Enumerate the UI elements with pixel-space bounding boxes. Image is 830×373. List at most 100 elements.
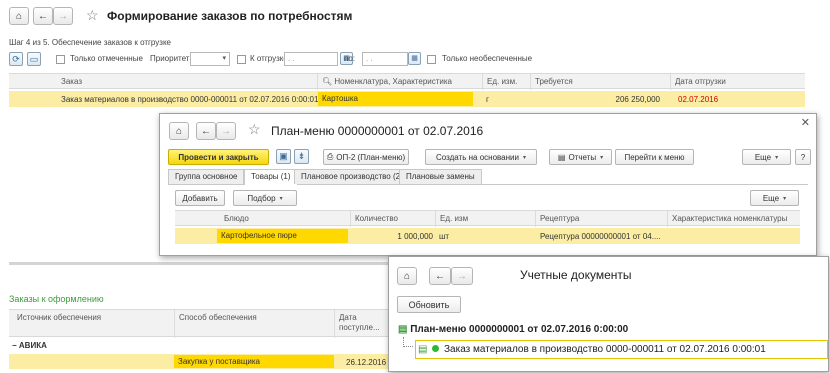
date-placeholder: . . xyxy=(366,54,373,63)
to-label: по: xyxy=(344,54,356,63)
home-button[interactable]: ⌂ xyxy=(9,7,29,25)
search-icon: 🔍︎ xyxy=(322,77,333,86)
home-button[interactable]: ⌂ xyxy=(397,267,417,285)
col-unit[interactable]: Ед. изм xyxy=(435,211,535,227)
create-based-label: Создать на основании xyxy=(435,152,519,162)
home-button[interactable]: ⌂ xyxy=(169,122,189,140)
more-label: Еще xyxy=(762,193,780,203)
accounting-docs-window: ⌂ ← → Учетные документы Обновить ▤ План-… xyxy=(388,256,829,372)
save-icon[interactable]: ▣ xyxy=(276,149,291,164)
op2-label: ОП-2 (План-меню) xyxy=(336,152,406,162)
qty-cell: 1 000,000 xyxy=(397,232,433,241)
copy-icon[interactable]: ▭ xyxy=(27,52,41,66)
only-marked-label: Только отмеченные xyxy=(70,54,143,63)
order-cell: Заказ материалов в производство 0000-000… xyxy=(61,95,319,104)
tree-root-label: План-меню 0000000001 от 02.07.2016 0:00:… xyxy=(410,324,629,335)
back-button[interactable]: ← xyxy=(429,267,451,285)
back-button[interactable]: ← xyxy=(33,7,53,25)
document-icon: ▤ xyxy=(398,324,408,335)
col-date[interactable]: Дата поступле... xyxy=(334,310,389,338)
favorite-star-icon[interactable]: ☆ xyxy=(86,7,99,24)
date-placeholder: . . xyxy=(288,54,295,63)
back-button[interactable]: ← xyxy=(196,122,216,140)
add-button[interactable]: Добавить xyxy=(175,190,225,206)
post-icon[interactable]: ⇟ xyxy=(294,149,309,164)
tree-child[interactable]: ▤ Заказ материалов в производство 0000-0… xyxy=(415,340,828,359)
chevron-down-icon: ▾ xyxy=(775,154,779,161)
item-cell[interactable]: Картошка xyxy=(318,92,473,106)
go-menu-button[interactable]: Перейти к меню xyxy=(615,149,694,165)
col-order[interactable]: Заказ xyxy=(57,74,317,90)
chevron-down-icon: ▾ xyxy=(600,154,604,161)
chevron-down-icon: ▾ xyxy=(783,195,787,202)
dish-cell[interactable]: Картофельное пюре xyxy=(217,229,348,243)
only-unsecured-checkbox[interactable] xyxy=(427,55,436,64)
only-unsecured-label: Только необеспеченные xyxy=(442,54,533,63)
arrow-left-icon: ← xyxy=(201,125,211,137)
document-icon: ▤ xyxy=(418,344,428,355)
tab-planned-replacements[interactable]: Плановые замены xyxy=(399,169,482,184)
forward-button[interactable]: → xyxy=(53,7,73,25)
tab-planned-production[interactable]: Плановое производство (2) xyxy=(294,169,410,184)
tab-goods[interactable]: Товары (1) xyxy=(244,169,298,185)
home-icon: ⌂ xyxy=(15,10,23,22)
window-title: Учетные документы xyxy=(520,268,632,282)
favorite-star-icon[interactable]: ☆ xyxy=(248,121,261,138)
reports-button[interactable]: ▤ Отчеты ▾ xyxy=(549,149,612,165)
col-ship-date[interactable]: Дата отгрузки xyxy=(670,74,805,90)
home-icon: ⌂ xyxy=(403,270,411,282)
home-icon: ⌂ xyxy=(175,125,183,137)
forward-button[interactable]: → xyxy=(216,122,236,140)
recipe-cell: Рецептура 00000000001 от 04.... xyxy=(540,232,661,241)
col-characteristic[interactable]: Характеристика номенклатуры xyxy=(667,211,800,227)
forward-button[interactable]: → xyxy=(451,267,473,285)
more-button[interactable]: Еще ▾ xyxy=(742,149,791,165)
table-more-button[interactable]: Еще ▾ xyxy=(750,190,799,206)
ship-from-date[interactable]: . . xyxy=(284,52,338,66)
report-icon: ▤ xyxy=(557,152,566,162)
page-title: Формирование заказов по потребностям xyxy=(107,9,353,23)
tab-main-group[interactable]: Группа основное xyxy=(168,169,245,184)
window-title: План-меню 0000000001 от 02.07.2016 xyxy=(271,124,484,138)
only-marked-checkbox[interactable] xyxy=(56,55,65,64)
tree-root[interactable]: ▤ План-меню 0000000001 от 02.07.2016 0:0… xyxy=(398,324,628,335)
create-based-button[interactable]: Создать на основании ▾ xyxy=(425,149,537,165)
arrow-right-icon: → xyxy=(58,10,68,22)
group-row[interactable]: − АВИКА xyxy=(12,341,47,350)
col-source[interactable]: Источник обеспечения xyxy=(13,310,173,338)
post-and-close-button[interactable]: Провести и закрыть xyxy=(168,149,269,165)
unit-cell: г xyxy=(486,95,489,104)
help-button[interactable]: ? xyxy=(795,149,811,165)
calendar-icon[interactable]: ▦ xyxy=(408,52,421,65)
col-required[interactable]: Требуется xyxy=(530,74,670,90)
goods-table-header: Блюдо Количество Ед. изм Рецептура Харак… xyxy=(175,210,800,227)
op2-print-button[interactable]: ⎙ ОП-2 (План-меню) xyxy=(323,149,409,165)
method-cell[interactable]: Закупка у поставщика xyxy=(174,355,334,368)
more-label: Еще xyxy=(754,152,772,162)
to-ship-checkbox[interactable] xyxy=(237,55,246,64)
col-unit[interactable]: Ед. изм. xyxy=(482,74,530,90)
collapse-icon[interactable]: − xyxy=(12,341,17,350)
col-dish[interactable]: Блюдо xyxy=(220,211,350,227)
select-button[interactable]: Подбор ▾ xyxy=(233,190,297,206)
chevron-down-icon: ▾ xyxy=(279,195,283,202)
refresh-button[interactable]: Обновить xyxy=(397,296,461,313)
col-method[interactable]: Способ обеспечения xyxy=(174,310,334,338)
col-recipe[interactable]: Рецептура xyxy=(535,211,667,227)
step-label: Шаг 4 из 5. Обеспечение заказов к отгруз… xyxy=(9,38,171,47)
arrow-right-icon: → xyxy=(221,125,231,137)
plan-menu-window: ⌂ ← → ☆ План-меню 0000000001 от 02.07.20… xyxy=(159,113,817,256)
priority-select[interactable]: ▾ xyxy=(190,52,230,66)
tree-connector xyxy=(403,337,413,347)
col-item[interactable]: 🔍︎ Номенклатура, Характеристика xyxy=(317,74,482,90)
posted-status-icon xyxy=(432,345,440,352)
required-cell: 206 250,000 xyxy=(615,95,661,104)
ship-date-cell: 02.07.2016 xyxy=(678,95,719,104)
splitter[interactable] xyxy=(9,262,409,265)
close-icon[interactable]: ✕ xyxy=(801,116,810,129)
reports-label: Отчеты xyxy=(568,152,597,162)
col-qty[interactable]: Количество xyxy=(350,211,435,227)
ship-to-date[interactable]: . . xyxy=(362,52,408,66)
printer-icon: ⎙ xyxy=(326,152,334,161)
refresh-icon[interactable]: ⟳ xyxy=(9,52,23,66)
